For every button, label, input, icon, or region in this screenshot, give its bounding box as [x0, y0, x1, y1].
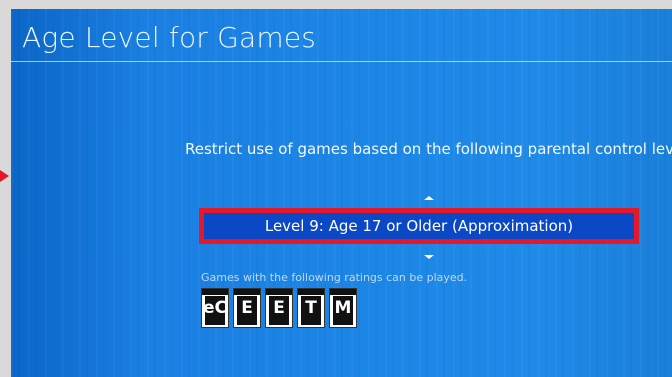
instruction-text: Restrict use of games based on the follo… [185, 140, 672, 158]
selected-level-value: Level 9: Age 17 or Older (Approximation) [264, 217, 574, 235]
rating-letter: E [269, 296, 289, 320]
esrb-everyone-icon: E [233, 288, 261, 328]
scroll-down-arrow-icon[interactable] [424, 255, 434, 259]
ratings-caption: Games with the following ratings can be … [201, 271, 468, 284]
esrb-teen-icon: T [297, 288, 325, 328]
esrb-mature-icon: M [329, 288, 357, 328]
rating-letter: E [237, 296, 257, 320]
page-title: Age Level for Games [22, 21, 317, 54]
rating-letter: M [333, 296, 353, 320]
rating-badges: eC E E T M [201, 288, 357, 328]
scroll-up-arrow-icon[interactable] [424, 196, 434, 200]
rating-letter: eC [203, 296, 228, 320]
red-pointer-arrow-icon [0, 170, 9, 182]
age-level-selector[interactable]: Level 9: Age 17 or Older (Approximation) [199, 208, 639, 244]
rating-letter: T [301, 296, 321, 320]
title-divider [11, 61, 672, 62]
esrb-early-childhood-icon: eC [201, 288, 229, 328]
esrb-everyone-10-icon: E [265, 288, 293, 328]
ps4-settings-screen: Age Level for Games Restrict use of game… [11, 9, 672, 377]
